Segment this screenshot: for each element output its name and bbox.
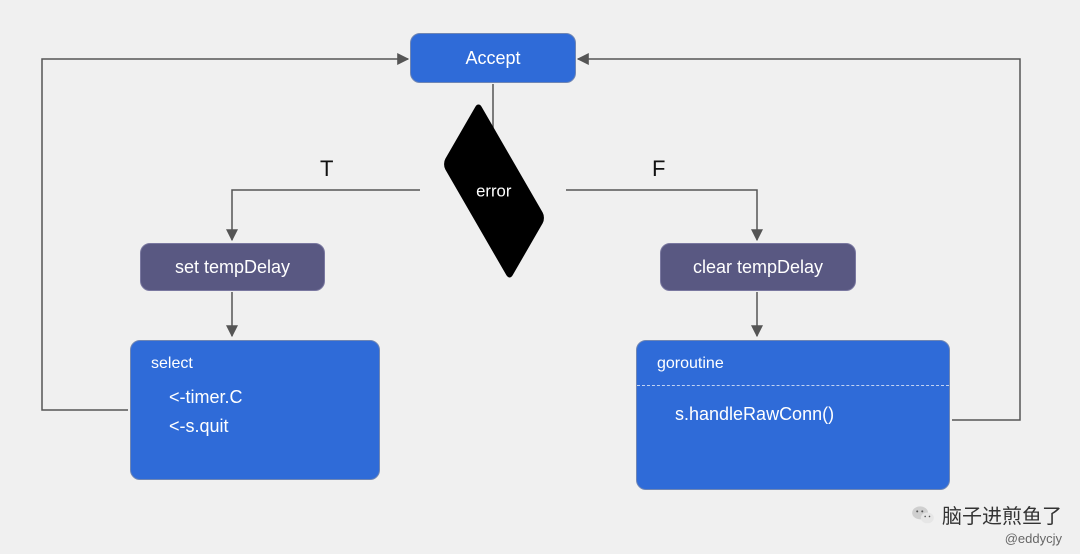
node-accept: Accept [410, 33, 576, 83]
node-set-tempdelay-label: set tempDelay [175, 257, 290, 278]
node-error-label: error [476, 181, 511, 200]
flowchart-canvas: Accept error T F set tempDelay clear tem… [0, 0, 1080, 554]
node-select: select <-timer.C <-s.quit [130, 340, 380, 480]
watermark-handle: @eddycjy [1005, 531, 1062, 546]
wechat-icon [910, 502, 936, 528]
node-goroutine: goroutine s.handleRawConn() [636, 340, 950, 490]
node-error-decision: error [442, 101, 546, 280]
watermark-text: 脑子进煎鱼了 [942, 500, 1062, 529]
edge-label-true: T [320, 156, 333, 182]
node-goroutine-line: s.handleRawConn() [675, 404, 929, 425]
node-select-line-2: <-s.quit [169, 416, 359, 437]
node-goroutine-title: goroutine [637, 355, 949, 386]
node-accept-label: Accept [465, 48, 520, 69]
node-clear-tempdelay-label: clear tempDelay [693, 257, 823, 278]
node-clear-tempdelay: clear tempDelay [660, 243, 856, 291]
node-set-tempdelay: set tempDelay [140, 243, 325, 291]
node-select-line-1: <-timer.C [169, 387, 359, 408]
edge-label-false: F [652, 156, 665, 182]
watermark: 脑子进煎鱼了 @eddycjy [910, 500, 1062, 546]
node-select-title: select [151, 355, 359, 373]
